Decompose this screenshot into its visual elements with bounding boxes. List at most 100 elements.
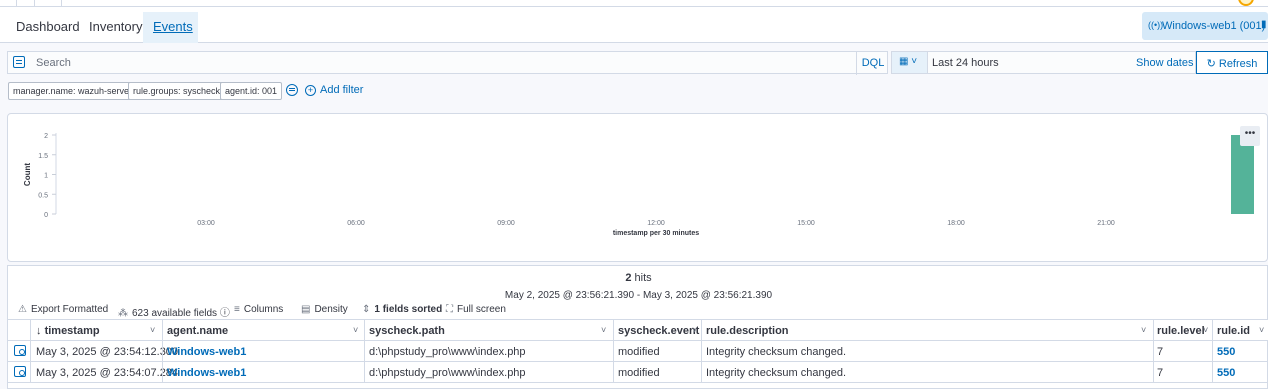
y-tick-label: 1 — [44, 173, 48, 180]
divider — [364, 362, 365, 382]
table-row: May 3, 2025 @ 23:54:07.284 Windows-web1 … — [8, 362, 1268, 383]
tab-dashboard[interactable]: Dashboard — [16, 19, 80, 34]
chevron-down-icon[interactable]: ˅ — [150, 325, 155, 335]
divider — [34, 0, 35, 7]
x-tick-label: 06:00 — [347, 220, 365, 227]
x-tick-label: 18:00 — [947, 220, 965, 227]
add-filter-label: Add filter — [320, 84, 364, 96]
add-filter-button[interactable]: + Add filter — [305, 84, 363, 96]
module-tabs: Dashboard Inventory Events ((•)) Windows… — [0, 7, 1268, 43]
chevron-down-icon[interactable]: ˅ — [601, 325, 606, 335]
column-header-syscheck-event[interactable]: syscheck.event — [618, 325, 699, 337]
tab-inventory[interactable]: Inventory — [89, 19, 142, 34]
refresh-button[interactable]: ↻ Refresh — [1196, 51, 1268, 74]
divider — [1153, 320, 1154, 340]
saved-query-icon[interactable] — [13, 56, 25, 68]
calendar-icon[interactable]: ▦ ˅ — [892, 52, 928, 73]
more-options-icon[interactable]: ••• — [1240, 126, 1260, 146]
columns-icon: ≡ — [234, 304, 240, 315]
column-header-rule-level[interactable]: rule.level — [1157, 325, 1205, 337]
fullscreen-icon: ⛶ — [446, 304, 453, 315]
hits-count: 2 hits — [8, 272, 1268, 284]
chevron-down-icon[interactable]: ˅ — [1259, 325, 1264, 335]
cell-agent-name-link[interactable]: Windows-web1 — [167, 346, 246, 358]
filter-pill[interactable]: agent.id: 001 — [220, 82, 283, 100]
date-picker[interactable]: ▦ ˅ Last 24 hours Show dates — [891, 51, 1196, 74]
chevron-down-icon[interactable]: ˅ — [692, 325, 697, 335]
chevron-down-icon[interactable]: ˅ — [1203, 325, 1208, 335]
available-fields[interactable]: ⁂ 623 available fields ⓘ — [118, 304, 230, 319]
export-button[interactable]: ⚠ Export Formatted — [18, 304, 108, 315]
columns-label: Columns — [243, 304, 284, 315]
divider — [613, 341, 614, 361]
fullscreen-button[interactable]: ⛶ Full screen — [446, 304, 506, 315]
density-label: Density — [314, 304, 348, 315]
signal-icon: ((•)) — [1148, 20, 1164, 30]
search-placeholder: Search — [36, 57, 71, 69]
hits-word: hits — [634, 272, 652, 284]
sort-button[interactable]: ⇕ 1 fields sorted — [362, 304, 442, 315]
search-input[interactable]: Search DQL — [7, 51, 889, 75]
cell-rule-id-link[interactable]: 550 — [1217, 346, 1235, 358]
pin-icon[interactable]: ▮ — [1261, 19, 1267, 30]
query-bar: Search DQL ▦ ˅ Last 24 hours Show dates … — [7, 51, 1268, 75]
x-axis-label: timestamp per 30 minutes — [613, 230, 699, 237]
sort-label: 1 fields sorted — [374, 304, 443, 315]
fields-label: 623 available fields — [132, 308, 218, 319]
histogram-bar — [1231, 135, 1254, 214]
plus-icon: + — [305, 85, 316, 96]
refresh-icon: ↻ — [1206, 58, 1219, 70]
divider — [613, 320, 614, 340]
chevron-down-icon[interactable]: ˅ — [1141, 325, 1146, 335]
cell-agent-name-link[interactable]: Windows-web1 — [167, 367, 246, 379]
divider — [162, 341, 163, 361]
chevron-down-icon[interactable]: ˅ — [353, 325, 358, 335]
hits-time-range: May 2, 2025 @ 23:56:21.390 - May 3, 2025… — [504, 290, 773, 301]
cell-syscheck-event: modified — [618, 346, 660, 358]
table-header: ↓ timestamp ˅ agent.name ˅ syscheck.path… — [8, 319, 1268, 341]
cell-syscheck-event: modified — [618, 367, 660, 379]
user-avatar-icon[interactable] — [1238, 0, 1254, 6]
tab-events[interactable]: Events — [153, 19, 193, 34]
y-axis-label: Count — [23, 163, 32, 186]
column-header-agent-name[interactable]: agent.name — [167, 325, 228, 337]
filter-pill[interactable]: rule.groups: syscheck — [128, 82, 226, 100]
filter-pill[interactable]: manager.name: wazuh-server — [8, 82, 138, 100]
divider — [701, 362, 702, 382]
export-label: Export Formatted — [30, 304, 109, 315]
histogram-chart: 2 1.5 1 0.5 0 Count 03:00 06:00 09:00 12:00 15:00 1… — [23, 133, 1254, 237]
column-header-rule-description[interactable]: rule.description — [706, 325, 789, 337]
cell-rule-description: Integrity checksum changed. — [706, 346, 847, 358]
query-language-button[interactable]: DQL — [856, 52, 889, 75]
table-row: May 3, 2025 @ 23:54:12.300 Windows-web1 … — [8, 341, 1268, 362]
agent-selector-button[interactable]: ((•)) Windows-web1 (001) ▮ — [1142, 12, 1268, 40]
columns-button[interactable]: ≡ Columns — [234, 304, 283, 315]
cell-syscheck-path: d:\phpstudy_pro\www\index.php — [369, 367, 526, 379]
density-icon: ▤ — [301, 304, 311, 315]
x-tick-label: 09:00 — [497, 220, 515, 227]
column-header-timestamp[interactable]: ↓ timestamp — [36, 325, 100, 337]
divider — [162, 362, 163, 382]
cell-rule-id-link[interactable]: 550 — [1217, 367, 1235, 379]
cell-syscheck-path: d:\phpstudy_pro\www\index.php — [369, 346, 526, 358]
divider — [1153, 341, 1154, 361]
info-icon: ⓘ — [219, 308, 230, 319]
column-header-rule-id[interactable]: rule.id — [1217, 325, 1250, 337]
column-header-syscheck-path[interactable]: syscheck.path — [369, 325, 445, 337]
inspect-document-icon[interactable] — [14, 345, 26, 356]
sort-icon: ⇕ — [362, 304, 371, 315]
inspect-document-icon[interactable] — [14, 366, 26, 377]
filter-options-icon[interactable] — [286, 84, 298, 96]
y-tick-label: 1.5 — [38, 153, 48, 160]
divider — [30, 362, 31, 382]
divider — [701, 320, 702, 340]
column-label: timestamp — [44, 325, 100, 337]
density-button[interactable]: ▤ Density — [301, 304, 348, 315]
x-tick-label: 12:00 — [647, 220, 665, 227]
cell-timestamp: May 3, 2025 @ 23:54:12.300 — [36, 346, 179, 358]
date-range-label[interactable]: Last 24 hours — [932, 57, 999, 69]
x-tick-label: 21:00 — [1097, 220, 1115, 227]
show-dates-button[interactable]: Show dates — [1136, 57, 1193, 69]
divider — [613, 362, 614, 382]
refresh-label: Refresh — [1218, 58, 1258, 70]
